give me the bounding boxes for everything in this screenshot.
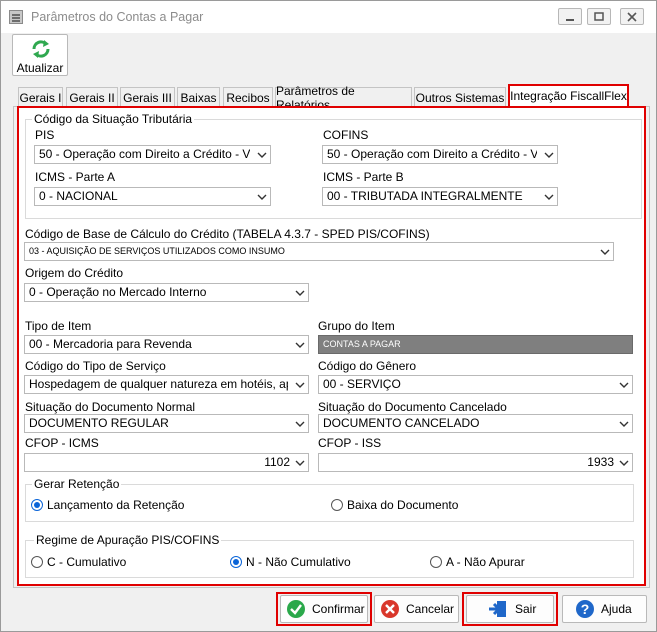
maximize-icon xyxy=(594,11,604,21)
situacao-normal-select[interactable]: DOCUMENTO REGULAR xyxy=(24,414,309,433)
situacao-cancelado-select[interactable]: DOCUMENTO CANCELADO xyxy=(318,414,633,433)
close-icon xyxy=(627,11,637,22)
base-calculo-label: Código de Base de Cálculo do Crédito (TA… xyxy=(25,227,430,241)
situacao-normal-label: Situação do Documento Normal xyxy=(25,400,196,414)
exit-door-icon xyxy=(489,601,506,617)
cancel-icon xyxy=(381,600,399,618)
tab-gerais-2[interactable]: Gerais II xyxy=(66,87,118,107)
help-button[interactable]: ? Ajuda xyxy=(562,595,647,623)
cfop-icms-label: CFOP - ICMS xyxy=(25,436,99,450)
icms-b-select[interactable]: 00 - TRIBUTADA INTEGRALMENTE xyxy=(322,187,558,206)
retencao-baixa-radio[interactable]: Baixa do Documento xyxy=(331,498,458,512)
maximize-button[interactable] xyxy=(587,8,611,25)
chevron-down-icon xyxy=(619,382,629,388)
cofins-select[interactable]: 50 - Operação com Direito a Crédito - Vi… xyxy=(322,145,558,164)
regime-group-title: Regime de Apuração PIS/COFINS xyxy=(34,533,222,547)
grupo-item-label: Grupo do Item xyxy=(318,319,395,333)
regime-cumulativo-radio[interactable]: C - Cumulativo xyxy=(31,555,126,569)
tab-gerais-1[interactable]: Gerais I xyxy=(18,87,63,107)
chevron-down-icon xyxy=(619,460,629,466)
cofins-label: COFINS xyxy=(323,128,369,142)
chevron-down-icon xyxy=(257,194,267,200)
tab-recibos[interactable]: Recibos xyxy=(223,87,273,107)
chevron-down-icon xyxy=(600,249,610,255)
tab-integracao-fiscallflex[interactable]: Integração FiscallFlex xyxy=(508,84,629,106)
refresh-button[interactable]: Atualizar xyxy=(12,34,68,76)
genero-label: Código do Gênero xyxy=(318,359,417,373)
chevron-down-icon xyxy=(295,290,305,296)
check-icon xyxy=(287,600,305,618)
svg-text:?: ? xyxy=(581,601,590,617)
confirm-button[interactable]: Confirmar xyxy=(280,595,368,623)
window-title: Parâmetros do Contas a Pagar xyxy=(31,10,204,24)
parameters-window: Parâmetros do Contas a Pagar Atualizar G… xyxy=(0,0,657,632)
radio-empty-icon xyxy=(31,556,43,568)
radio-empty-icon xyxy=(331,499,343,511)
chevron-down-icon xyxy=(544,152,554,158)
genero-select[interactable]: 00 - SERVIÇO xyxy=(318,375,633,394)
cfop-icms-select[interactable]: 1102 xyxy=(24,453,309,472)
pis-label: PIS xyxy=(35,128,55,142)
pis-select[interactable]: 50 - Operação com Direito a Crédito - Vi… xyxy=(34,145,271,164)
refresh-icon xyxy=(30,38,52,63)
grupo-item-field: CONTAS A PAGAR xyxy=(318,335,633,354)
retencao-lancamento-radio[interactable]: Lançamento da Retenção xyxy=(31,498,184,512)
radio-empty-icon xyxy=(430,556,442,568)
tipo-servico-label: Código do Tipo de Serviço xyxy=(25,359,166,373)
refresh-label: Atualizar xyxy=(16,61,64,75)
tab-parametros-relatorios[interactable]: Parâmetros de Relatórios xyxy=(275,84,412,112)
chevron-down-icon xyxy=(544,194,554,200)
close-window-button[interactable] xyxy=(620,8,644,25)
icms-a-label: ICMS - Parte A xyxy=(35,170,116,184)
base-calculo-select[interactable]: 03 - AQUISIÇÃO DE SERVIÇOS UTILIZADOS CO… xyxy=(24,242,614,261)
chevron-down-icon xyxy=(295,421,305,427)
chevron-down-icon xyxy=(295,382,305,388)
situacao-cancelado-label: Situação do Documento Cancelado xyxy=(318,400,507,414)
chevron-down-icon xyxy=(295,460,305,466)
radio-selected-icon xyxy=(31,499,43,511)
app-icon xyxy=(9,10,23,24)
chevron-down-icon xyxy=(619,421,629,427)
tipo-item-select[interactable]: 00 - Mercadoria para Revenda xyxy=(24,335,309,354)
tipo-item-label: Tipo de Item xyxy=(25,319,92,333)
cst-group-title: Código da Situação Tributária xyxy=(32,112,195,126)
cfop-iss-select[interactable]: 1933 xyxy=(318,453,633,472)
exit-button[interactable]: Sair xyxy=(466,595,554,623)
origem-label: Origem do Crédito xyxy=(25,266,124,280)
radio-selected-icon xyxy=(230,556,242,568)
minimize-button[interactable] xyxy=(558,8,582,25)
minimize-icon xyxy=(566,18,574,21)
tipo-servico-select[interactable]: Hospedagem de qualquer natureza em hotéi… xyxy=(24,375,309,394)
tab-outros-sistemas[interactable]: Outros Sistemas xyxy=(414,87,506,107)
icms-b-label: ICMS - Parte B xyxy=(323,170,404,184)
retencao-group-title: Gerar Retenção xyxy=(32,477,122,491)
chevron-down-icon xyxy=(295,342,305,348)
cfop-iss-label: CFOP - ISS xyxy=(318,436,382,450)
regime-nao-apurar-radio[interactable]: A - Não Apurar xyxy=(430,555,525,569)
icms-a-select[interactable]: 0 - NACIONAL xyxy=(34,187,271,206)
origem-select[interactable]: 0 - Operação no Mercado Interno xyxy=(24,283,309,302)
help-icon: ? xyxy=(576,600,594,618)
chevron-down-icon xyxy=(257,152,267,158)
cancel-button[interactable]: Cancelar xyxy=(374,595,459,623)
title-bar[interactable]: Parâmetros do Contas a Pagar xyxy=(1,1,656,33)
tab-baixas[interactable]: Baixas xyxy=(177,87,220,107)
tab-gerais-3[interactable]: Gerais III xyxy=(120,87,175,107)
regime-nao-cumulativo-radio[interactable]: N - Não Cumulativo xyxy=(230,555,351,569)
